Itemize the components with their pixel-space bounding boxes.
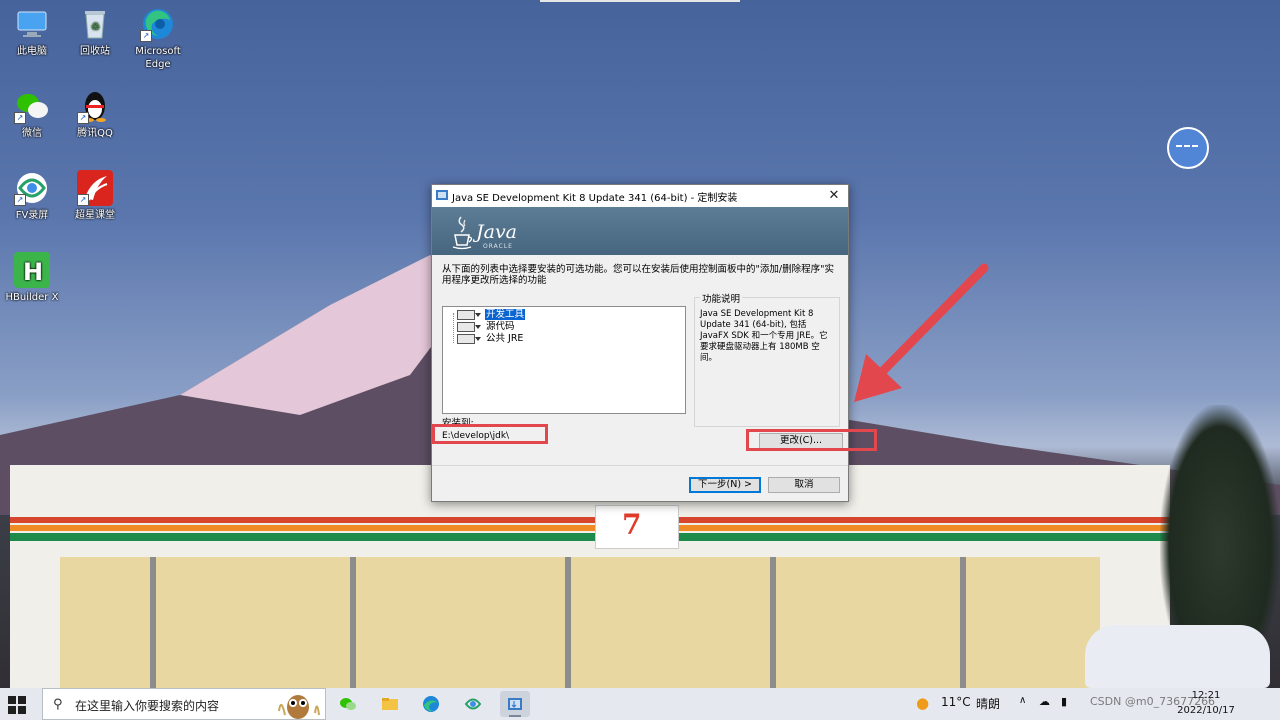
feature-tree[interactable]: 开发工具 源代码 公共 JRE <box>442 306 686 414</box>
fv-recorder-icon <box>464 695 482 713</box>
shortcut-arrow-icon: ↗ <box>14 112 26 124</box>
edge-icon: ↗ <box>140 6 176 42</box>
car <box>1085 625 1270 688</box>
desktop-icon-recycle-bin[interactable]: ♻ 回收站 <box>63 6 127 58</box>
taskbar-java-installer[interactable] <box>500 691 530 717</box>
installer-app-icon <box>506 695 524 713</box>
cancel-button[interactable]: 取消 <box>768 477 840 493</box>
weather-temp[interactable]: 11°C <box>941 695 971 709</box>
active-indicator <box>509 715 521 717</box>
edge-icon <box>422 695 440 713</box>
instructions-text: 从下面的列表中选择要安装的可选功能。您可以在安装后使用控制面板中的"添加/删除程… <box>442 264 834 286</box>
folder-icon <box>381 695 399 713</box>
desktop-icon-label: 超星课堂 <box>75 210 115 221</box>
onedrive-cloud-icon[interactable]: ☁ <box>1039 695 1050 708</box>
clock-time: 12:21 <box>1191 690 1221 701</box>
desktop-icon-fv-recorder[interactable]: ↗ FV录屏 <box>0 170 64 222</box>
svg-text:♻: ♻ <box>91 22 100 33</box>
annotation-box-install-path <box>432 424 548 444</box>
feature-label: 开发工具 <box>485 309 526 320</box>
desktop-icon-this-pc[interactable]: 此电脑 <box>0 6 64 58</box>
feature-drive-icon[interactable] <box>457 321 481 332</box>
qq-penguin-icon: ↗ <box>77 88 113 124</box>
taskbar-fv-recorder[interactable] <box>458 691 488 717</box>
taskbar-wechat[interactable] <box>333 691 363 717</box>
taskbar-file-explorer[interactable] <box>375 691 405 717</box>
annotation-box-change-button <box>746 429 877 451</box>
feature-drive-icon[interactable] <box>457 309 481 320</box>
title-bar[interactable]: Java SE Development Kit 8 Update 341 (64… <box>432 185 848 207</box>
oracle-logo-text: ORACLE <box>483 243 513 250</box>
top-edge-strip <box>540 0 740 2</box>
wechat-icon <box>339 695 357 713</box>
recycle-bin-icon: ♻ <box>77 6 113 42</box>
desktop-icon-chaoxing[interactable]: ↗ 超星课堂 <box>63 170 127 222</box>
java-logo-text: Java <box>476 221 518 243</box>
desktop-icon-label: 此电脑 <box>17 46 47 57</box>
search-placeholder: 在这里输入你要搜索的内容 <box>75 699 220 713</box>
desktop-icon-label: Microsoft Edge <box>135 46 181 70</box>
desktop-icon-label: 微信 <box>22 128 42 139</box>
desktop-icon-label: 腾讯QQ <box>77 128 113 139</box>
feature-description-text: Java SE Development Kit 8 Update 341 (64… <box>700 309 828 363</box>
windows-start-icon[interactable] <box>8 696 26 714</box>
weather-condition[interactable]: 晴朗 <box>976 695 1000 712</box>
search-icon: ⚲ <box>53 697 63 712</box>
feature-item-source-code[interactable]: 源代码 <box>457 321 516 333</box>
desktop-icon-wechat[interactable]: ↗ 微信 <box>0 88 64 140</box>
close-icon[interactable]: ✕ <box>824 187 844 205</box>
taskbar: ⚲ 在这里输入你要搜索的内容 ● 11°C 晴朗 ∧ ☁ ▮ CSDN @m0_… <box>0 688 1280 720</box>
svg-text:H: H <box>23 258 43 286</box>
shortcut-arrow-icon: ↗ <box>140 30 152 42</box>
feature-label: 公共 JRE <box>486 333 524 344</box>
search-highlight-owl-icon <box>278 695 320 719</box>
java-cup-icon <box>452 216 473 250</box>
java-banner: Java ORACLE <box>432 207 848 255</box>
window-title: Java SE Development Kit 8 Update 341 (64… <box>452 193 738 204</box>
weather-sun-icon[interactable]: ● <box>916 694 929 712</box>
desktop-icon-label: HBuilder X <box>5 292 59 303</box>
desktop-icon-label: 回收站 <box>80 46 110 57</box>
taskbar-search-box[interactable]: ⚲ 在这里输入你要搜索的内容 <box>42 688 326 720</box>
floating-widget-icon[interactable] <box>1167 127 1209 169</box>
computer-icon <box>14 6 50 42</box>
store-sign: 7 <box>595 505 679 549</box>
desktop-icon-edge[interactable]: ↗ Microsoft Edge <box>126 6 190 71</box>
shortcut-arrow-icon: ↗ <box>77 112 89 124</box>
feature-description-title: 功能说明 <box>700 291 743 305</box>
hbuilder-icon: H <box>14 252 50 288</box>
fv-recorder-icon: ↗ <box>14 170 50 206</box>
feature-drive-icon[interactable] <box>457 333 481 344</box>
clock-date: 2022/10/17 <box>1177 705 1235 716</box>
jdk-custom-setup-dialog: Java SE Development Kit 8 Update 341 (64… <box>431 184 849 502</box>
desktop-icon-label: FV录屏 <box>15 210 49 221</box>
show-hidden-icons-chevron-up-icon[interactable]: ∧ <box>1019 695 1026 706</box>
annotation-arrow-icon <box>854 263 989 402</box>
battery-icon[interactable]: ▮ <box>1061 695 1067 708</box>
desktop-icon-qq[interactable]: ↗ 腾讯QQ <box>63 88 127 140</box>
divider <box>432 465 848 466</box>
taskbar-edge[interactable] <box>416 691 446 717</box>
shortcut-arrow-icon: ↗ <box>14 194 26 206</box>
feature-label: 源代码 <box>486 321 515 332</box>
feature-description-group: 功能说明 Java SE Development Kit 8 Update 34… <box>694 291 840 427</box>
system-clock[interactable]: 12:21 2022/10/17 <box>1176 688 1236 718</box>
wechat-icon: ↗ <box>14 88 50 124</box>
next-button[interactable]: 下一步(N) > <box>689 477 761 493</box>
desktop-icon-hbuilderx[interactable]: H HBuilder X <box>0 252 64 304</box>
feature-item-public-jre[interactable]: 公共 JRE <box>457 333 524 345</box>
feature-item-dev-tools[interactable]: 开发工具 <box>457 309 526 321</box>
shortcut-arrow-icon: ↗ <box>77 194 89 206</box>
chaoxing-icon: ↗ <box>77 170 113 206</box>
installer-app-icon <box>436 190 448 200</box>
